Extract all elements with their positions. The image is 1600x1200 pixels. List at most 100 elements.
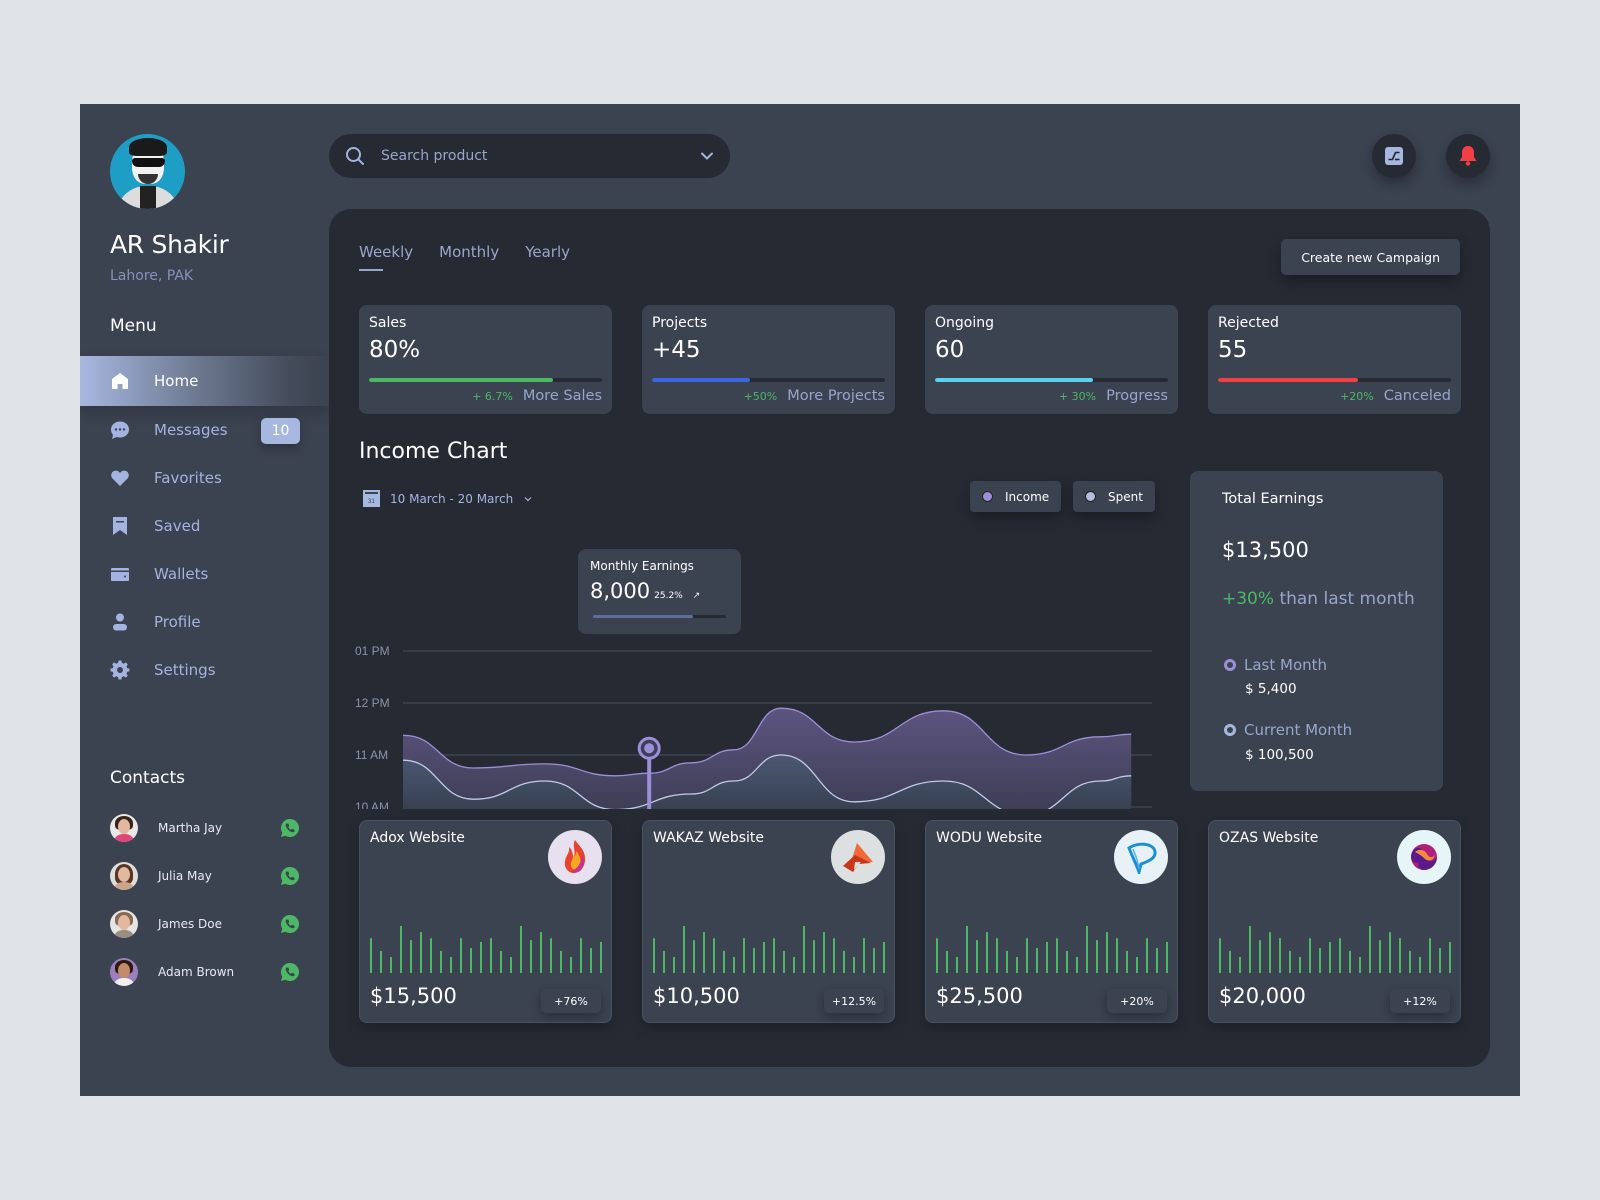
total-earnings-title: Total Earnings xyxy=(1222,491,1324,507)
heart-icon xyxy=(110,468,130,488)
sidebar: AR Shakir Lahore, PAK Menu Home Messages… xyxy=(80,104,330,1096)
website-name: OZAS Website xyxy=(1219,830,1319,846)
notifications-button[interactable] xyxy=(1446,134,1490,178)
create-campaign-button[interactable]: Create new Campaign xyxy=(1281,239,1460,275)
website-bar xyxy=(1026,938,1028,973)
canceled-link[interactable]: Canceled xyxy=(1384,388,1451,404)
website-bar xyxy=(1309,938,1311,973)
website-bar xyxy=(693,940,695,973)
website-amount: $10,500 xyxy=(653,984,740,1008)
website-bar xyxy=(1046,941,1048,973)
contact-item[interactable]: Julia May xyxy=(110,852,300,900)
website-bar xyxy=(936,938,938,973)
website-bar-chart xyxy=(370,926,602,973)
website-bar xyxy=(976,940,978,973)
website-bar xyxy=(966,926,968,973)
website-bar xyxy=(480,941,482,973)
website-bar xyxy=(813,940,815,973)
website-bar xyxy=(1399,938,1401,973)
website-bar xyxy=(470,948,472,973)
sidebar-item-saved[interactable]: Saved xyxy=(80,502,330,550)
sidebar-item-label: Profile xyxy=(154,613,201,631)
sidebar-item-label: Saved xyxy=(154,517,201,535)
website-bar xyxy=(986,932,988,973)
website-bar xyxy=(550,938,552,973)
profile-location: Lahore, PAK xyxy=(110,268,194,284)
website-bar xyxy=(863,938,865,973)
search-icon xyxy=(346,147,364,165)
website-bar xyxy=(1339,938,1341,973)
website-card-ozas[interactable]: OZAS Website $20,000 +12% xyxy=(1208,820,1461,1023)
website-bar xyxy=(743,938,745,973)
earnings-change: +30% xyxy=(1222,589,1275,609)
website-bar xyxy=(370,938,372,973)
website-bar xyxy=(1126,950,1128,973)
current-month-row: Current Month xyxy=(1224,721,1352,739)
contact-item[interactable]: James Doe xyxy=(110,900,300,948)
website-bar xyxy=(430,938,432,973)
website-bar xyxy=(500,950,502,973)
last-month-label: Last Month xyxy=(1244,656,1328,674)
website-card-wakaz[interactable]: WAKAZ Website $10,500 +12.5% xyxy=(642,820,895,1023)
website-bar xyxy=(1429,938,1431,973)
website-bar xyxy=(1136,957,1138,973)
search-bar[interactable]: Search product xyxy=(329,134,730,178)
website-bar xyxy=(1329,941,1331,973)
total-earnings-value: $13,500 xyxy=(1222,538,1309,562)
tooltip-value: 8,000 xyxy=(590,579,651,603)
profile-avatar[interactable] xyxy=(110,134,185,209)
tooltip-progress-bar xyxy=(593,615,726,618)
website-bar xyxy=(1349,950,1351,973)
website-card-adox[interactable]: Adox Website $15,500 +76% xyxy=(359,820,612,1023)
website-bar xyxy=(1439,948,1441,973)
last-month-marker-icon xyxy=(1224,659,1236,671)
income-chart: 09 AM10 AM11 AM12 PM01 PMAprilMayJuneJul… xyxy=(355,644,1152,809)
sidebar-item-settings[interactable]: Settings xyxy=(80,646,330,694)
y-tick-label: 10 AM xyxy=(355,800,389,809)
sidebar-item-wallets[interactable]: Wallets xyxy=(80,550,330,598)
whatsapp-icon[interactable] xyxy=(280,866,300,886)
website-change-badge: +20% xyxy=(1107,989,1167,1013)
last-month-row: Last Month xyxy=(1224,656,1327,674)
activity-button[interactable] xyxy=(1372,134,1416,178)
chevron-down-icon[interactable] xyxy=(700,149,714,163)
search-input[interactable]: Search product xyxy=(381,148,700,164)
sidebar-item-favorites[interactable]: Favorites xyxy=(80,454,330,502)
website-bar xyxy=(833,938,835,973)
gear-icon xyxy=(110,660,130,680)
website-bar xyxy=(1116,938,1118,973)
website-change-badge: +76% xyxy=(541,989,601,1013)
stat-label: Rejected xyxy=(1218,315,1279,331)
sidebar-item-profile[interactable]: Profile xyxy=(80,598,330,646)
menu-title: Menu xyxy=(110,316,157,336)
tooltip-percent: 25.2% xyxy=(654,591,683,601)
contact-item[interactable]: Adam Brown xyxy=(110,948,300,996)
website-bar xyxy=(560,950,562,973)
profile-name: AR Shakir xyxy=(110,230,229,259)
website-bar xyxy=(753,948,755,973)
messages-count-badge: 10 xyxy=(261,418,300,444)
stat-change: +20% xyxy=(1340,390,1374,403)
website-bar xyxy=(793,957,795,973)
website-card-wodu[interactable]: WODU Website $25,500 +20% xyxy=(925,820,1178,1023)
website-bar xyxy=(1359,957,1361,973)
sidebar-item-label: Favorites xyxy=(154,469,222,487)
website-bar xyxy=(1156,948,1158,973)
website-bar xyxy=(663,950,665,973)
contacts-title: Contacts xyxy=(110,768,185,788)
contact-item[interactable]: Martha Jay xyxy=(110,804,300,852)
sidebar-item-home[interactable]: Home xyxy=(80,356,330,406)
website-bar xyxy=(1249,926,1251,973)
chat-icon xyxy=(110,420,130,440)
whatsapp-icon[interactable] xyxy=(280,818,300,838)
website-bar xyxy=(590,948,592,973)
website-bar xyxy=(1146,938,1148,973)
sidebar-item-messages[interactable]: Messages 10 xyxy=(80,406,330,454)
website-amount: $25,500 xyxy=(936,984,1023,1008)
website-bar xyxy=(390,957,392,973)
whatsapp-icon[interactable] xyxy=(280,962,300,982)
whatsapp-icon[interactable] xyxy=(280,914,300,934)
website-name: WAKAZ Website xyxy=(653,830,765,846)
current-month-marker-icon xyxy=(1224,724,1236,736)
website-name: WODU Website xyxy=(936,830,1043,846)
